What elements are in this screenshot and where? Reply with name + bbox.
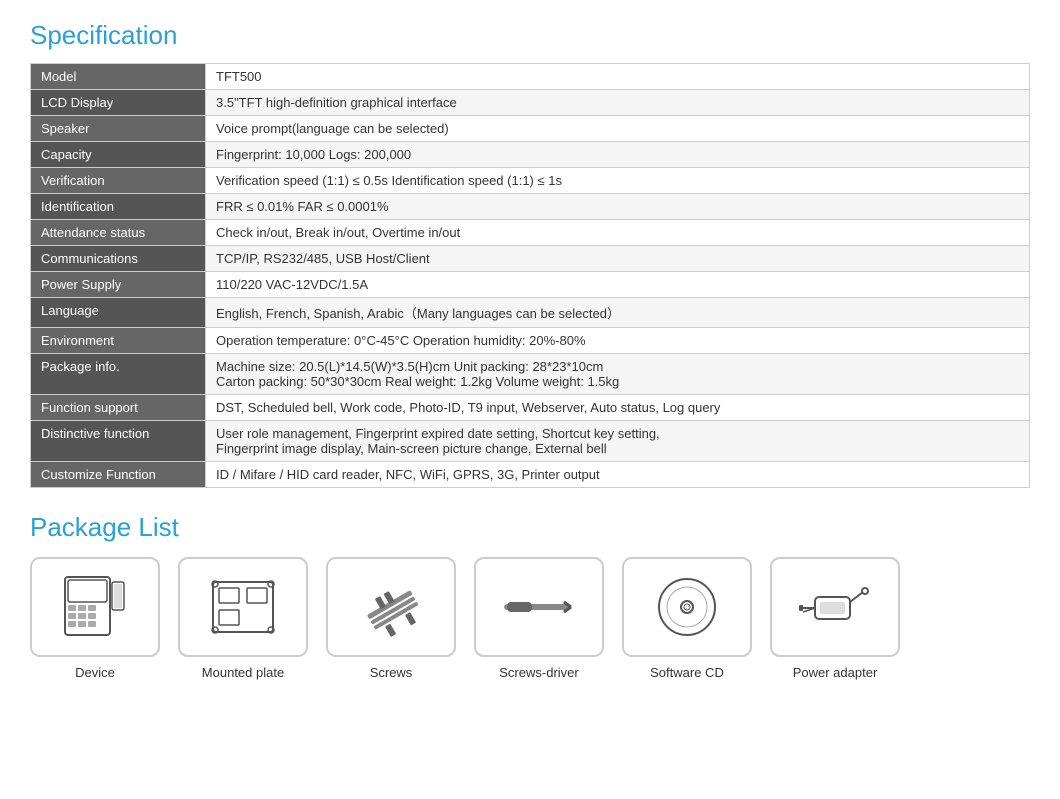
- cd-icon-box: [622, 557, 752, 657]
- spec-value: Voice prompt(language can be selected): [206, 116, 1030, 142]
- package-item-label: Screws: [370, 665, 413, 680]
- spec-label: Identification: [31, 194, 206, 220]
- spec-value: 3.5"TFT high-definition graphical interf…: [206, 90, 1030, 116]
- spec-label: Power Supply: [31, 272, 206, 298]
- spec-label: Model: [31, 64, 206, 90]
- table-row: Package info.Machine size: 20.5(L)*14.5(…: [31, 354, 1030, 395]
- spec-value: User role management, Fingerprint expire…: [206, 421, 1030, 462]
- spec-label: Environment: [31, 328, 206, 354]
- spec-title: Specification: [30, 20, 1030, 51]
- screws-icon-box: [326, 557, 456, 657]
- table-row: Attendance statusCheck in/out, Break in/…: [31, 220, 1030, 246]
- spec-value: TCP/IP, RS232/485, USB Host/Client: [206, 246, 1030, 272]
- package-item: Screws: [326, 557, 456, 680]
- spec-value: Verification speed (1:1) ≤ 0.5s Identifi…: [206, 168, 1030, 194]
- table-row: SpeakerVoice prompt(language can be sele…: [31, 116, 1030, 142]
- package-item-label: Software CD: [650, 665, 724, 680]
- table-row: EnvironmentOperation temperature: 0°C-45…: [31, 328, 1030, 354]
- device-icon-box: [30, 557, 160, 657]
- spec-label: Attendance status: [31, 220, 206, 246]
- package-item-label: Device: [75, 665, 115, 680]
- package-item-label: Screws-driver: [499, 665, 578, 680]
- table-row: LCD Display3.5"TFT high-definition graph…: [31, 90, 1030, 116]
- spec-label: Capacity: [31, 142, 206, 168]
- spec-value: English, French, Spanish, Arabic（Many la…: [206, 298, 1030, 328]
- spec-label: Customize Function: [31, 462, 206, 488]
- spec-value: Check in/out, Break in/out, Overtime in/…: [206, 220, 1030, 246]
- table-row: VerificationVerification speed (1:1) ≤ 0…: [31, 168, 1030, 194]
- spec-value: Fingerprint: 10,000 Logs: 200,000: [206, 142, 1030, 168]
- spec-label: Speaker: [31, 116, 206, 142]
- table-row: LanguageEnglish, French, Spanish, Arabic…: [31, 298, 1030, 328]
- spec-value: TFT500: [206, 64, 1030, 90]
- spec-value: 110/220 VAC-12VDC/1.5A: [206, 272, 1030, 298]
- table-row: Power Supply110/220 VAC-12VDC/1.5A: [31, 272, 1030, 298]
- table-row: CapacityFingerprint: 10,000 Logs: 200,00…: [31, 142, 1030, 168]
- package-title: Package List: [30, 512, 1030, 543]
- spec-label: Distinctive function: [31, 421, 206, 462]
- package-item: Screws-driver: [474, 557, 604, 680]
- spec-label: Communications: [31, 246, 206, 272]
- package-item-label: Power adapter: [793, 665, 878, 680]
- package-item: Power adapter: [770, 557, 900, 680]
- plate-icon-box: [178, 557, 308, 657]
- spec-label: Function support: [31, 395, 206, 421]
- spec-label: LCD Display: [31, 90, 206, 116]
- spec-value: ID / Mifare / HID card reader, NFC, WiFi…: [206, 462, 1030, 488]
- table-row: Distinctive functionUser role management…: [31, 421, 1030, 462]
- adapter-icon-box: [770, 557, 900, 657]
- package-item: Device: [30, 557, 160, 680]
- table-row: IdentificationFRR ≤ 0.01% FAR ≤ 0.0001%: [31, 194, 1030, 220]
- spec-value: Machine size: 20.5(L)*14.5(W)*3.5(H)cm U…: [206, 354, 1030, 395]
- spec-label: Package info.: [31, 354, 206, 395]
- spec-label: Language: [31, 298, 206, 328]
- package-item: Software CD: [622, 557, 752, 680]
- spec-label: Verification: [31, 168, 206, 194]
- package-list: Device Mounted plate: [30, 557, 1030, 680]
- table-row: Function supportDST, Scheduled bell, Wor…: [31, 395, 1030, 421]
- table-row: CommunicationsTCP/IP, RS232/485, USB Hos…: [31, 246, 1030, 272]
- spec-value: FRR ≤ 0.01% FAR ≤ 0.0001%: [206, 194, 1030, 220]
- driver-icon-box: [474, 557, 604, 657]
- spec-value: Operation temperature: 0°C-45°C Operatio…: [206, 328, 1030, 354]
- table-row: Customize FunctionID / Mifare / HID card…: [31, 462, 1030, 488]
- table-row: ModelTFT500: [31, 64, 1030, 90]
- package-item-label: Mounted plate: [202, 665, 284, 680]
- package-item: Mounted plate: [178, 557, 308, 680]
- spec-value: DST, Scheduled bell, Work code, Photo-ID…: [206, 395, 1030, 421]
- spec-table: ModelTFT500LCD Display3.5"TFT high-defin…: [30, 63, 1030, 488]
